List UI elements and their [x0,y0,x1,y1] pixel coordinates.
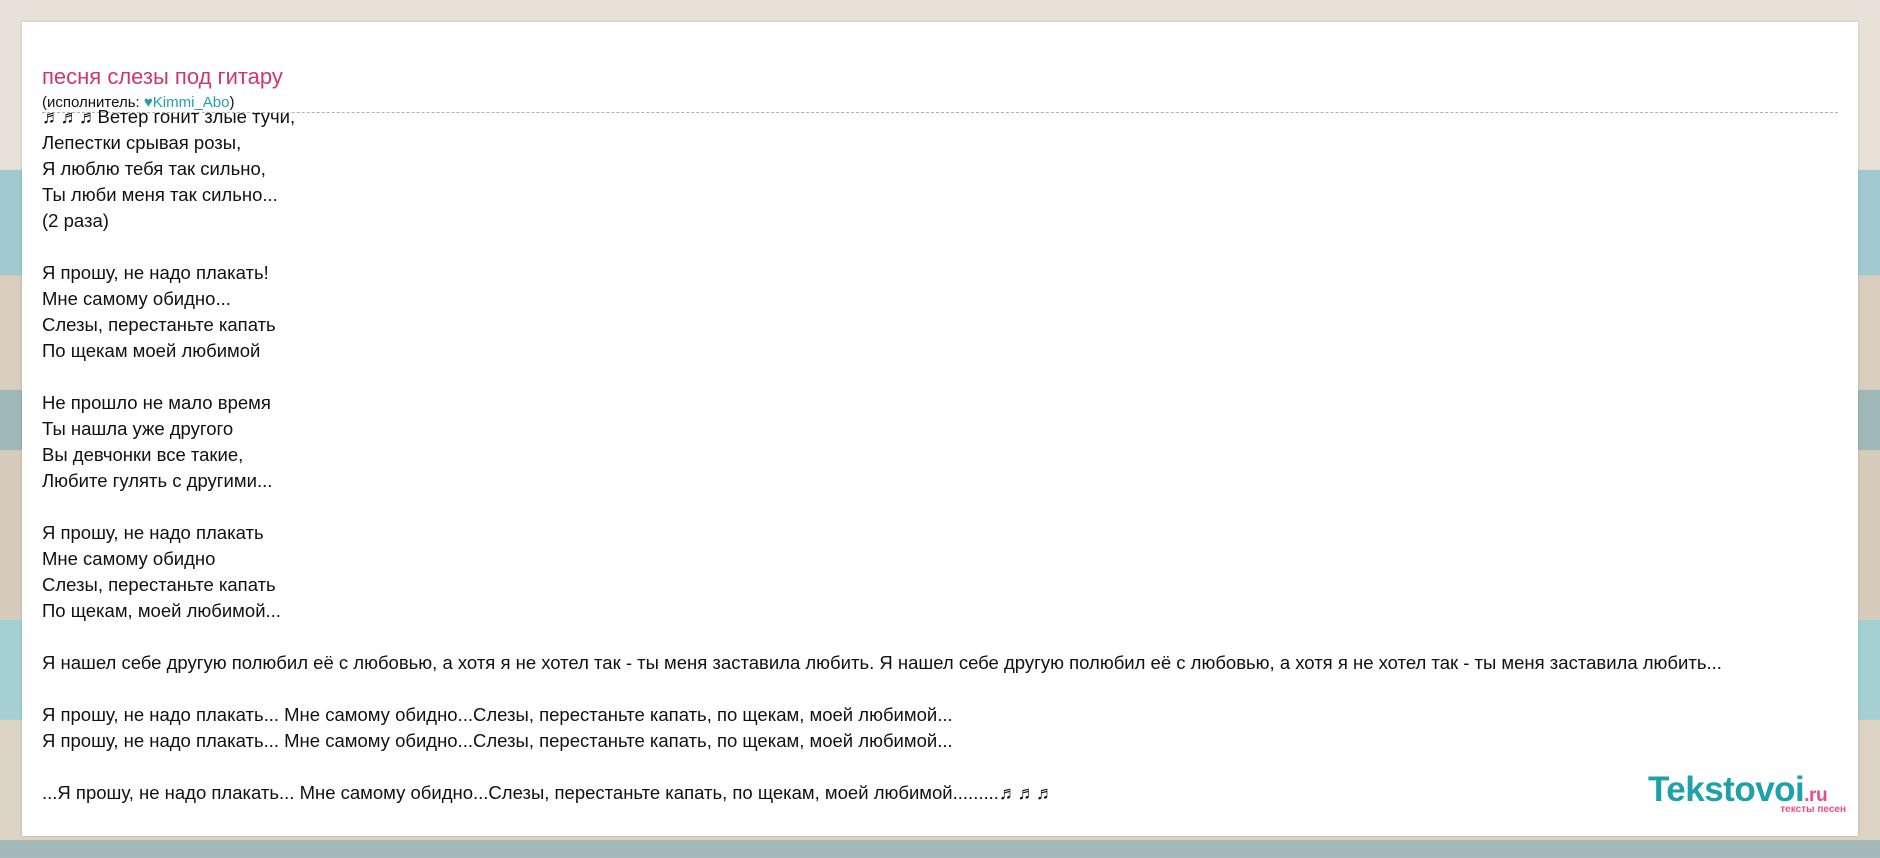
lyric-line: ...Я прошу, не надо плакать... Мне самом… [42,782,1055,803]
lyric-line: Слезы, перестаньте капать [42,314,276,335]
lyric-line: Я люблю тебя так сильно, [42,158,266,179]
lyric-line: Ты нашла уже другого [42,418,234,439]
lyric-line: По щекам моей любимой [42,340,261,361]
lyric-line: Я прошу, не надо плакать... Мне самому о… [42,730,953,751]
lyric-line: По щекам, моей любимой... [42,600,281,621]
lyric-line [42,494,1880,520]
lyric-line [42,676,1880,702]
logo-ru-text: .ru [1804,785,1828,806]
lyric-line [42,754,1880,780]
lyric-line [42,364,1880,390]
song-title: песня слезы под гитару [42,64,283,89]
lyric-line: Мне самому обидно... [42,288,231,309]
lyric-line: Я прошу, не надо плакать [42,522,264,543]
lyric-line: Ты люби меня так сильно... [42,184,278,205]
lyric-line: (2 раза) [42,210,109,231]
lyric-line: Не прошло не мало время [42,392,271,413]
lyric-line: Лепестки срывая розы, [42,132,242,153]
lyrics-panel: песня слезы под гитару (исполнитель: ♥Ki… [22,22,1858,836]
song-header: песня слезы под гитару (исполнитель: ♥Ki… [42,42,1838,113]
lyric-line: Я прошу, не надо плакать! [42,262,269,283]
lyrics-body: ♬♬♬Ветер гонит злые тучи, Лепестки срыва… [42,104,1880,806]
lyric-line [42,234,1880,260]
lyric-line: Я нашел себе другую полюбил её с любовью… [42,652,1722,673]
lyric-line: Вы девчонки все такие, [42,444,244,465]
lyric-line: Я прошу, не надо плакать... Мне самому о… [42,704,953,725]
lyric-line: Мне самому обидно [42,548,216,569]
logo-tagline: тексты песен [1780,804,1846,815]
lyric-line: Любите гулять с другими... [42,470,273,491]
site-logo[interactable]: Tekstovoi.ru тексты песен [1648,770,1850,815]
lyric-line: Слезы, перестаньте капать [42,574,276,595]
lyric-line [42,624,1880,650]
lyric-line: ♬♬♬Ветер гонит злые тучи, [42,106,296,127]
